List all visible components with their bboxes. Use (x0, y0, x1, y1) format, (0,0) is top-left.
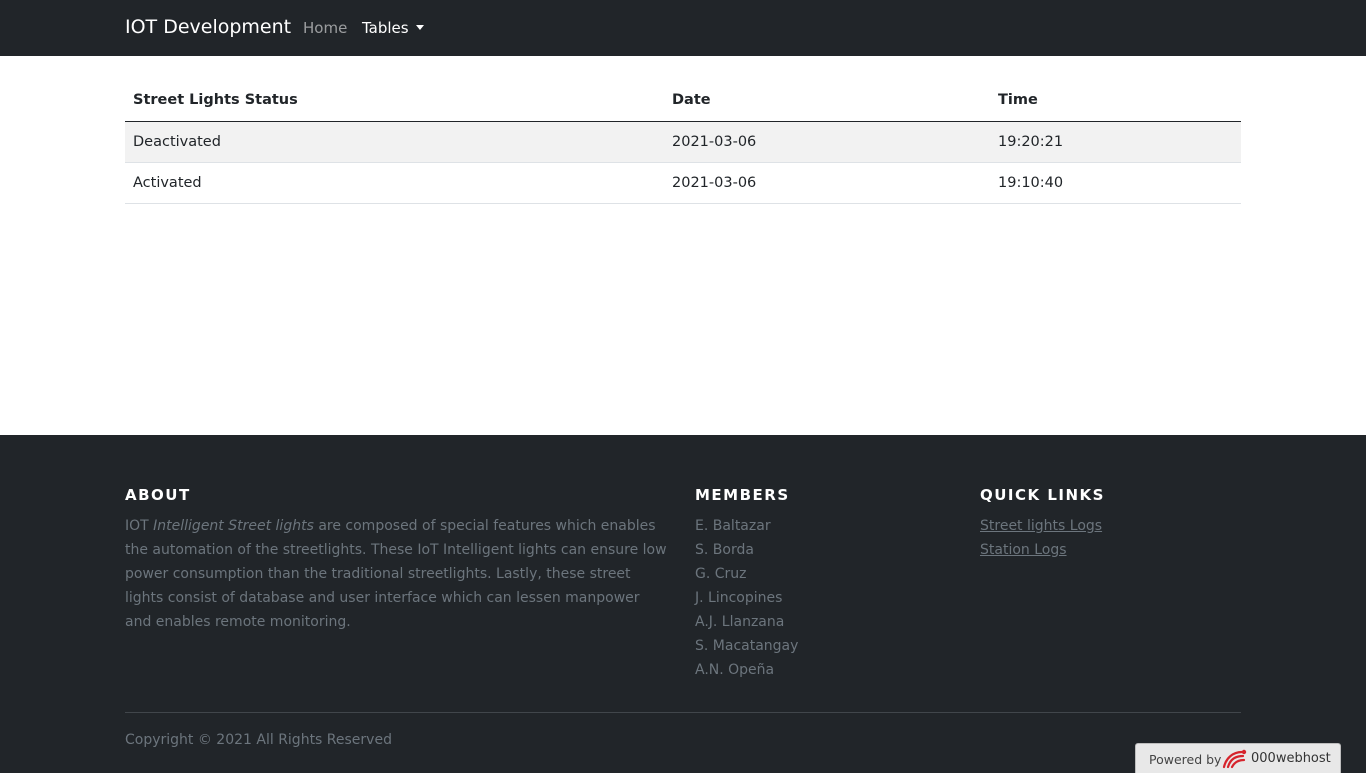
footer: ABOUT IOT Intelligent Street lights are … (0, 435, 1366, 773)
caret-down-icon (415, 25, 424, 30)
about-text-italic: Intelligent Street lights (153, 518, 314, 534)
link-street-lights-logs[interactable]: Street lights Logs (980, 514, 1102, 538)
table-row: Activated 2021-03-06 19:10:40 (125, 162, 1241, 204)
members-list: E. Baltazar S. Borda G. Cruz J. Lincopin… (695, 514, 798, 682)
member-item: S. Borda (695, 542, 754, 558)
nav-link-home[interactable]: Home (303, 19, 347, 37)
status-cell: Activated (125, 162, 664, 204)
date-cell: 2021-03-06 (664, 121, 990, 163)
about-text-prefix: IOT (125, 518, 154, 534)
about-text: IOT Intelligent Street lights are compos… (125, 514, 670, 634)
table-header-row: Street Lights Status Date Time (125, 80, 1241, 122)
column-header-status: Street Lights Status (125, 80, 664, 122)
column-header-date: Date (664, 80, 990, 122)
copyright-text: Copyright © 2021 All Rights Reserved (125, 732, 392, 748)
quick-links-list: Street lights Logs Station Logs (980, 514, 1102, 562)
quick-links-heading: QUICK LINKS (980, 486, 1105, 504)
nav-dropdown-tables[interactable]: Tables (362, 19, 424, 37)
navbar-brand[interactable]: IOT Development (125, 16, 291, 38)
webhost-badge[interactable]: Powered by 000webhost (1135, 743, 1341, 773)
webhost-name: 000webhost (1251, 751, 1331, 766)
member-item: A.N. Opeña (695, 662, 775, 678)
member-item: G. Cruz (695, 566, 747, 582)
nav-dropdown-tables-label: Tables (362, 19, 409, 37)
status-cell: Deactivated (125, 121, 664, 163)
about-heading: ABOUT (125, 486, 191, 504)
member-item: J. Lincopines (695, 590, 783, 606)
member-item: A.J. Llanzana (695, 614, 785, 630)
navbar: IOT Development Home Tables (0, 0, 1366, 56)
street-lights-table: Street Lights Status Date Time Deactivat… (125, 80, 1241, 204)
time-cell: 19:10:40 (990, 162, 1241, 204)
webhost-logo-icon (1222, 748, 1248, 773)
members-heading: MEMBERS (695, 486, 790, 504)
table-row: Deactivated 2021-03-06 19:20:21 (125, 121, 1241, 163)
footer-divider (125, 712, 1241, 713)
about-text-body: are composed of special features which e… (125, 518, 667, 630)
column-header-time: Time (990, 80, 1241, 122)
webhost-powered-label: Powered by (1149, 752, 1222, 767)
member-item: E. Baltazar (695, 518, 771, 534)
date-cell: 2021-03-06 (664, 162, 990, 204)
member-item: S. Macatangay (695, 638, 799, 654)
link-station-logs[interactable]: Station Logs (980, 538, 1102, 562)
time-cell: 19:20:21 (990, 121, 1241, 163)
